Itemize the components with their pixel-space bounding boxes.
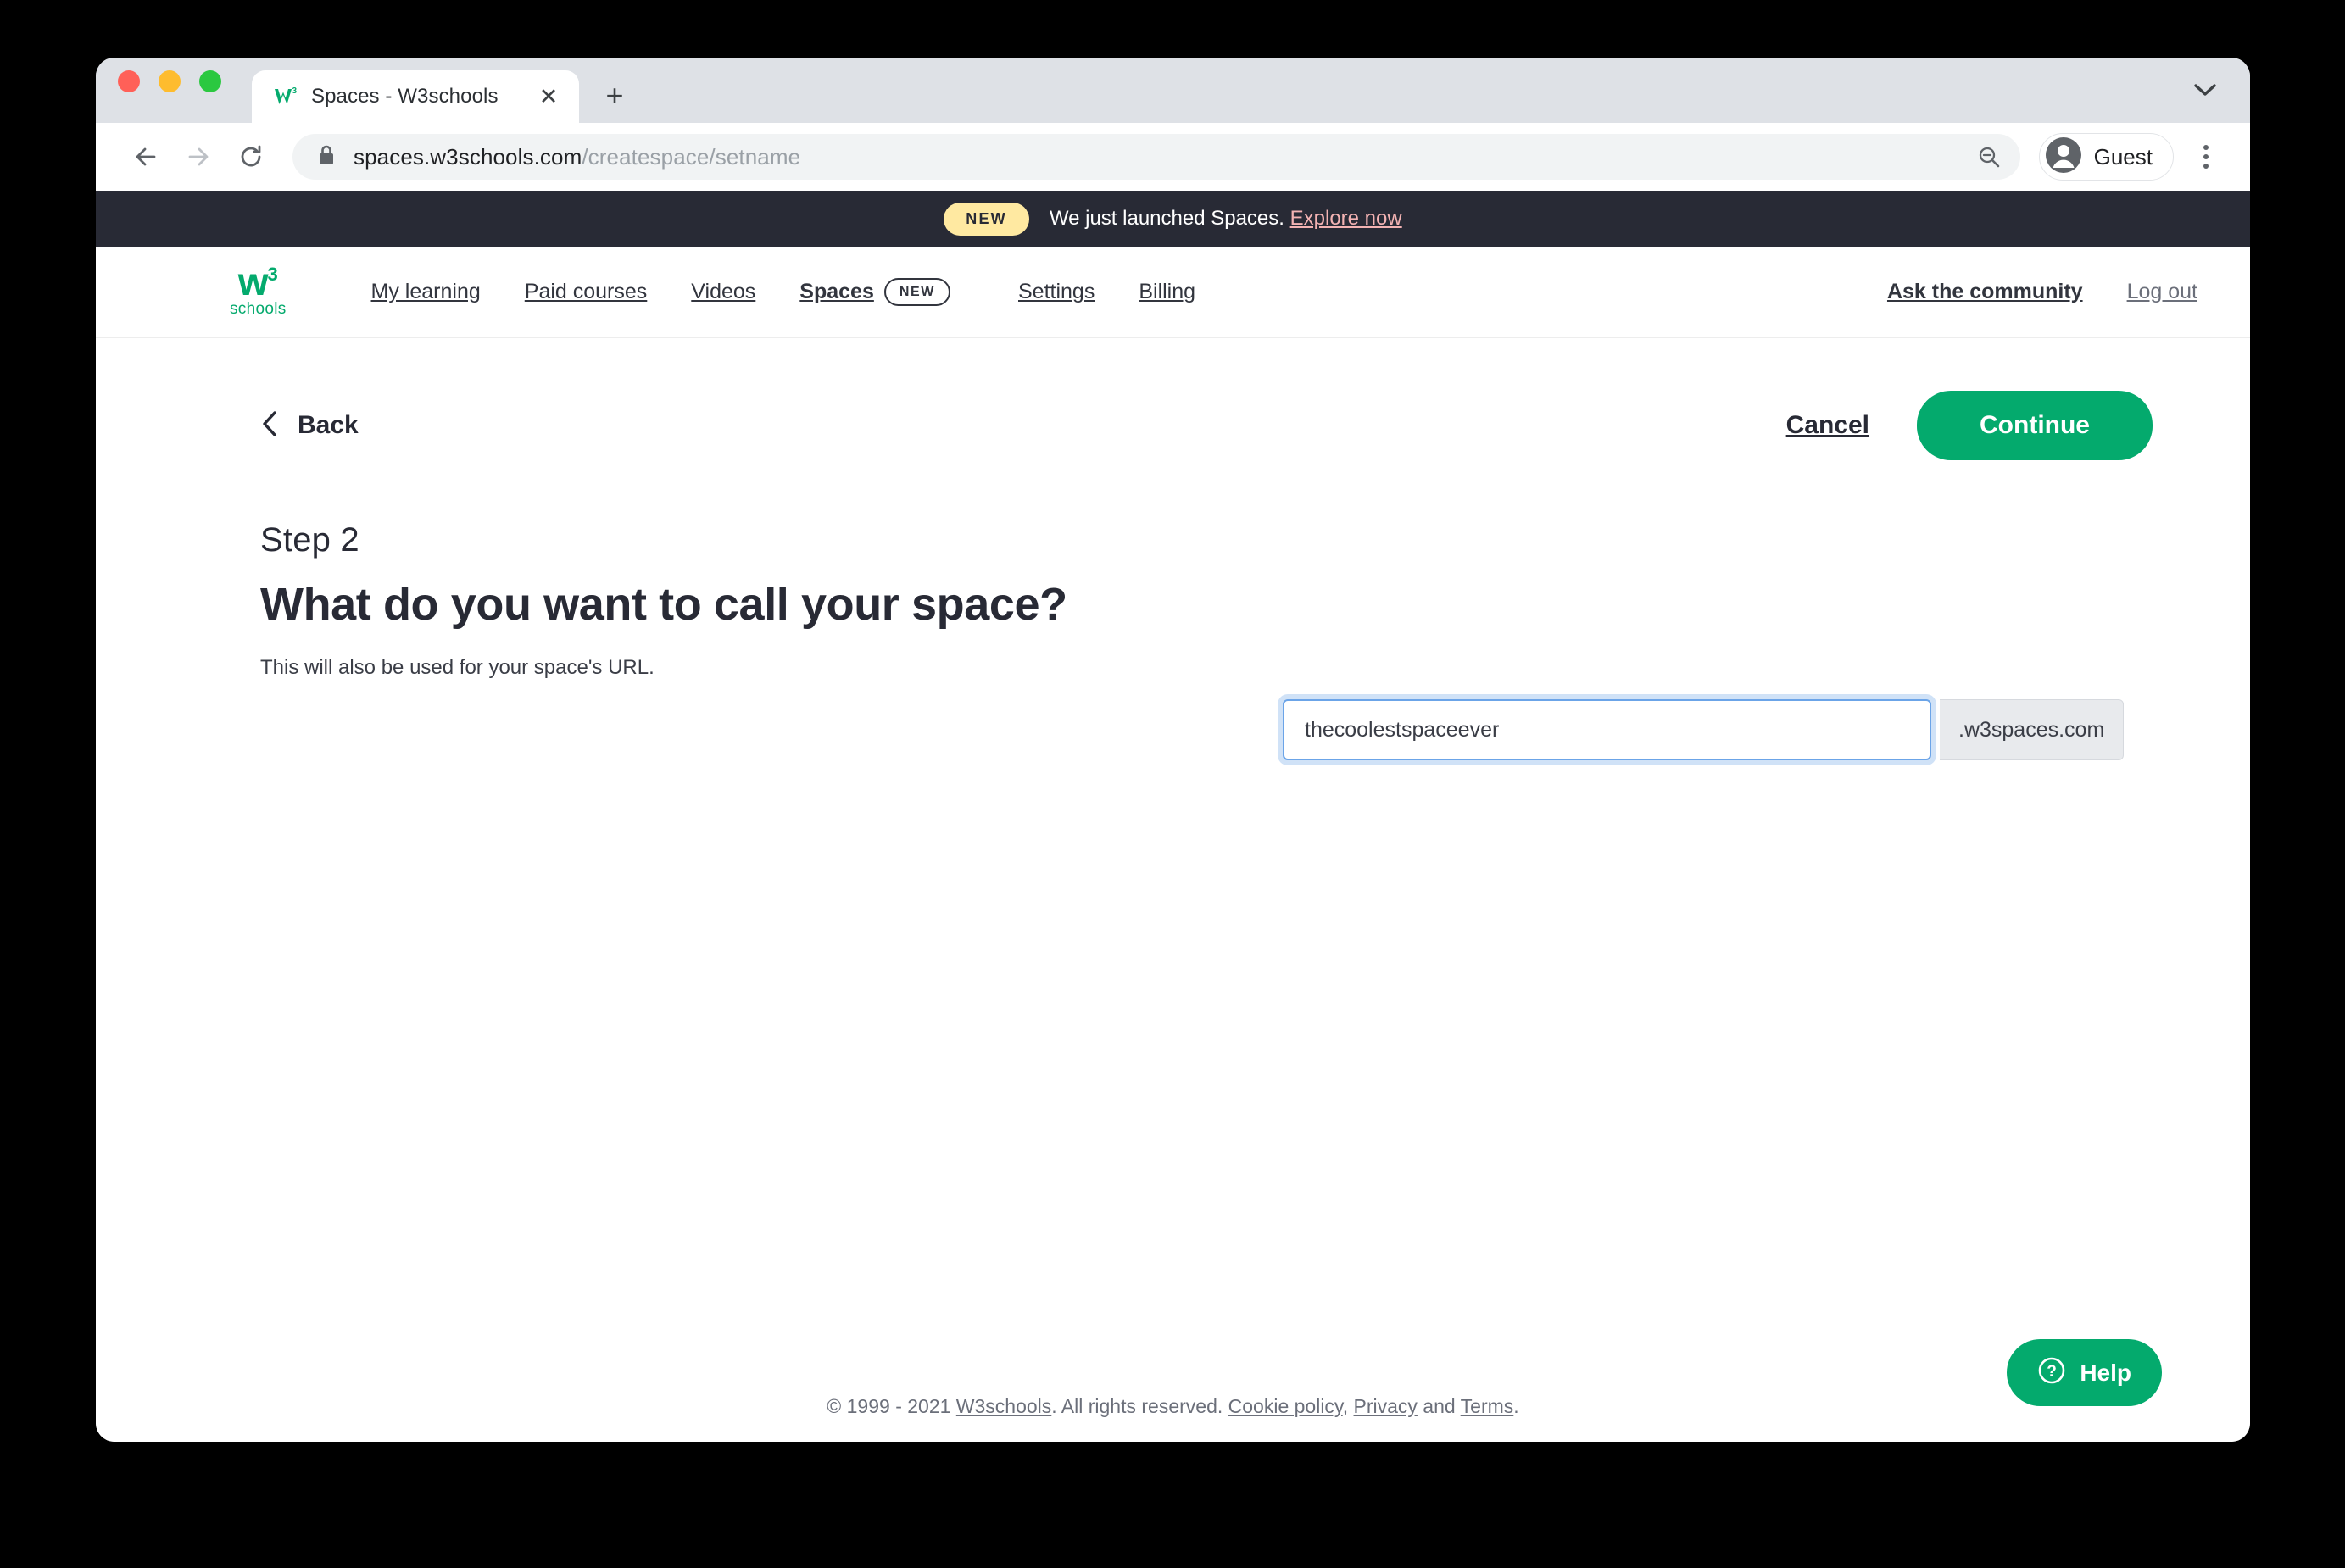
browser-window: 3 Spaces - W3schools ✕ + spaces.w3school… (96, 58, 2250, 1442)
close-icon[interactable]: ✕ (533, 81, 564, 112)
logo-superscript: 3 (267, 263, 278, 285)
browser-tab-active[interactable]: 3 Spaces - W3schools ✕ (252, 70, 579, 123)
nav-item-settings[interactable]: Settings (996, 280, 1117, 304)
chevron-left-icon (260, 409, 279, 442)
footer-rights: . All rights reserved. (1051, 1395, 1228, 1417)
profile-name: Guest (2093, 143, 2153, 170)
ask-the-community-link[interactable]: Ask the community (1887, 280, 2083, 304)
address-bar[interactable]: spaces.w3schools.com/createspace/setname (292, 134, 2020, 180)
url-domain: spaces.w3schools.com (354, 143, 582, 170)
browser-tab-strip: 3 Spaces - W3schools ✕ + (96, 58, 2250, 123)
address-bar-url: spaces.w3schools.com/createspace/setname (354, 144, 800, 170)
window-traffic-lights (118, 58, 221, 123)
logo-subtitle: schools (230, 300, 287, 319)
kebab-menu-icon[interactable] (2182, 133, 2230, 181)
page-title: What do you want to call your space? (260, 579, 1067, 630)
continue-button[interactable]: Continue (1917, 391, 2153, 460)
plus-icon[interactable]: + (591, 72, 638, 120)
cancel-button[interactable]: Cancel (1786, 411, 1869, 440)
arrow-left-icon[interactable] (120, 131, 172, 183)
browser-toolbar: spaces.w3schools.com/createspace/setname… (96, 123, 2250, 191)
space-name-field-group: .w3spaces.com (1283, 699, 2125, 760)
logo-word: w (237, 259, 269, 303)
reload-icon[interactable] (225, 131, 277, 183)
arrow-right-icon (172, 131, 225, 183)
nav-item-my-learning[interactable]: My learning (349, 280, 503, 304)
maximize-window-button[interactable] (199, 70, 221, 92)
header-right-actions: Ask the community Log out (1887, 280, 2197, 304)
question-circle-icon: ? (2037, 1356, 2066, 1389)
svg-text:3: 3 (292, 86, 298, 96)
promo-text: We just launched Spaces. Explore now (1050, 207, 1402, 231)
step-label: Step 2 (260, 521, 359, 559)
w3schools-logo-icon[interactable]: w 3 schools (230, 259, 287, 319)
nav-item-paid-courses[interactable]: Paid courses (503, 280, 670, 304)
browser-tab-title: Spaces - W3schools (311, 85, 499, 108)
svg-text:?: ? (2047, 1363, 2058, 1381)
lock-icon (316, 143, 337, 171)
back-button-label: Back (298, 411, 359, 439)
footer-cookie-policy-link[interactable]: Cookie policy (1228, 1395, 1343, 1417)
close-window-button[interactable] (118, 70, 140, 92)
chevron-down-icon[interactable] (2186, 70, 2225, 109)
footer-sep-2: and (1417, 1395, 1461, 1417)
help-button[interactable]: ? Help (2007, 1339, 2162, 1406)
footer-terms-link[interactable]: Terms (1461, 1395, 1514, 1417)
log-out-link[interactable]: Log out (2127, 280, 2197, 304)
nav-item-spaces[interactable]: Spaces (777, 280, 884, 304)
account-circle-icon (2045, 136, 2082, 178)
back-button[interactable]: Back (260, 409, 359, 442)
minimize-window-button[interactable] (159, 70, 181, 92)
promo-banner: NEW We just launched Spaces. Explore now (96, 191, 2250, 247)
footer-sep-1: , (1342, 1395, 1354, 1417)
nav-spaces-new-badge: NEW (883, 278, 950, 306)
logo-mark: w 3 (237, 259, 278, 303)
url-path: /createspace/setname (582, 143, 801, 170)
page-viewport: NEW We just launched Spaces. Explore now… (96, 191, 2250, 1442)
promo-explore-link[interactable]: Explore now (1290, 207, 1402, 230)
profile-chip[interactable]: Guest (2038, 133, 2174, 181)
footer-period: . (1513, 1395, 1519, 1417)
footer-w3schools-link[interactable]: W3schools (956, 1395, 1051, 1417)
wizard-primary-actions: Cancel Continue (1786, 391, 2153, 460)
promo-message: We just launched Spaces. (1049, 207, 1284, 230)
page-subtitle: This will also be used for your space's … (260, 656, 654, 679)
help-button-label: Help (2080, 1359, 2131, 1386)
site-header: w 3 schools My learning Paid courses Vid… (96, 247, 2250, 338)
page-footer: © 1999 - 2021 W3schools. All rights rese… (96, 1395, 2250, 1418)
footer-copyright: © 1999 - 2021 (827, 1395, 956, 1417)
promo-new-badge: NEW (944, 202, 1029, 236)
site-nav: My learning Paid courses Videos Spaces N… (349, 278, 1218, 306)
nav-item-billing[interactable]: Billing (1117, 280, 1217, 304)
footer-privacy-link[interactable]: Privacy (1354, 1395, 1418, 1417)
zoom-out-icon[interactable] (1976, 144, 2002, 170)
domain-suffix-label: .w3spaces.com (1940, 699, 2125, 760)
main-content: Step 2 What do you want to call your spa… (96, 521, 2250, 760)
wizard-actions-row: Back Cancel Continue (96, 338, 2250, 460)
w3schools-logo-icon: 3 (274, 84, 299, 109)
space-name-input[interactable] (1283, 699, 1931, 760)
nav-item-videos[interactable]: Videos (669, 280, 777, 304)
